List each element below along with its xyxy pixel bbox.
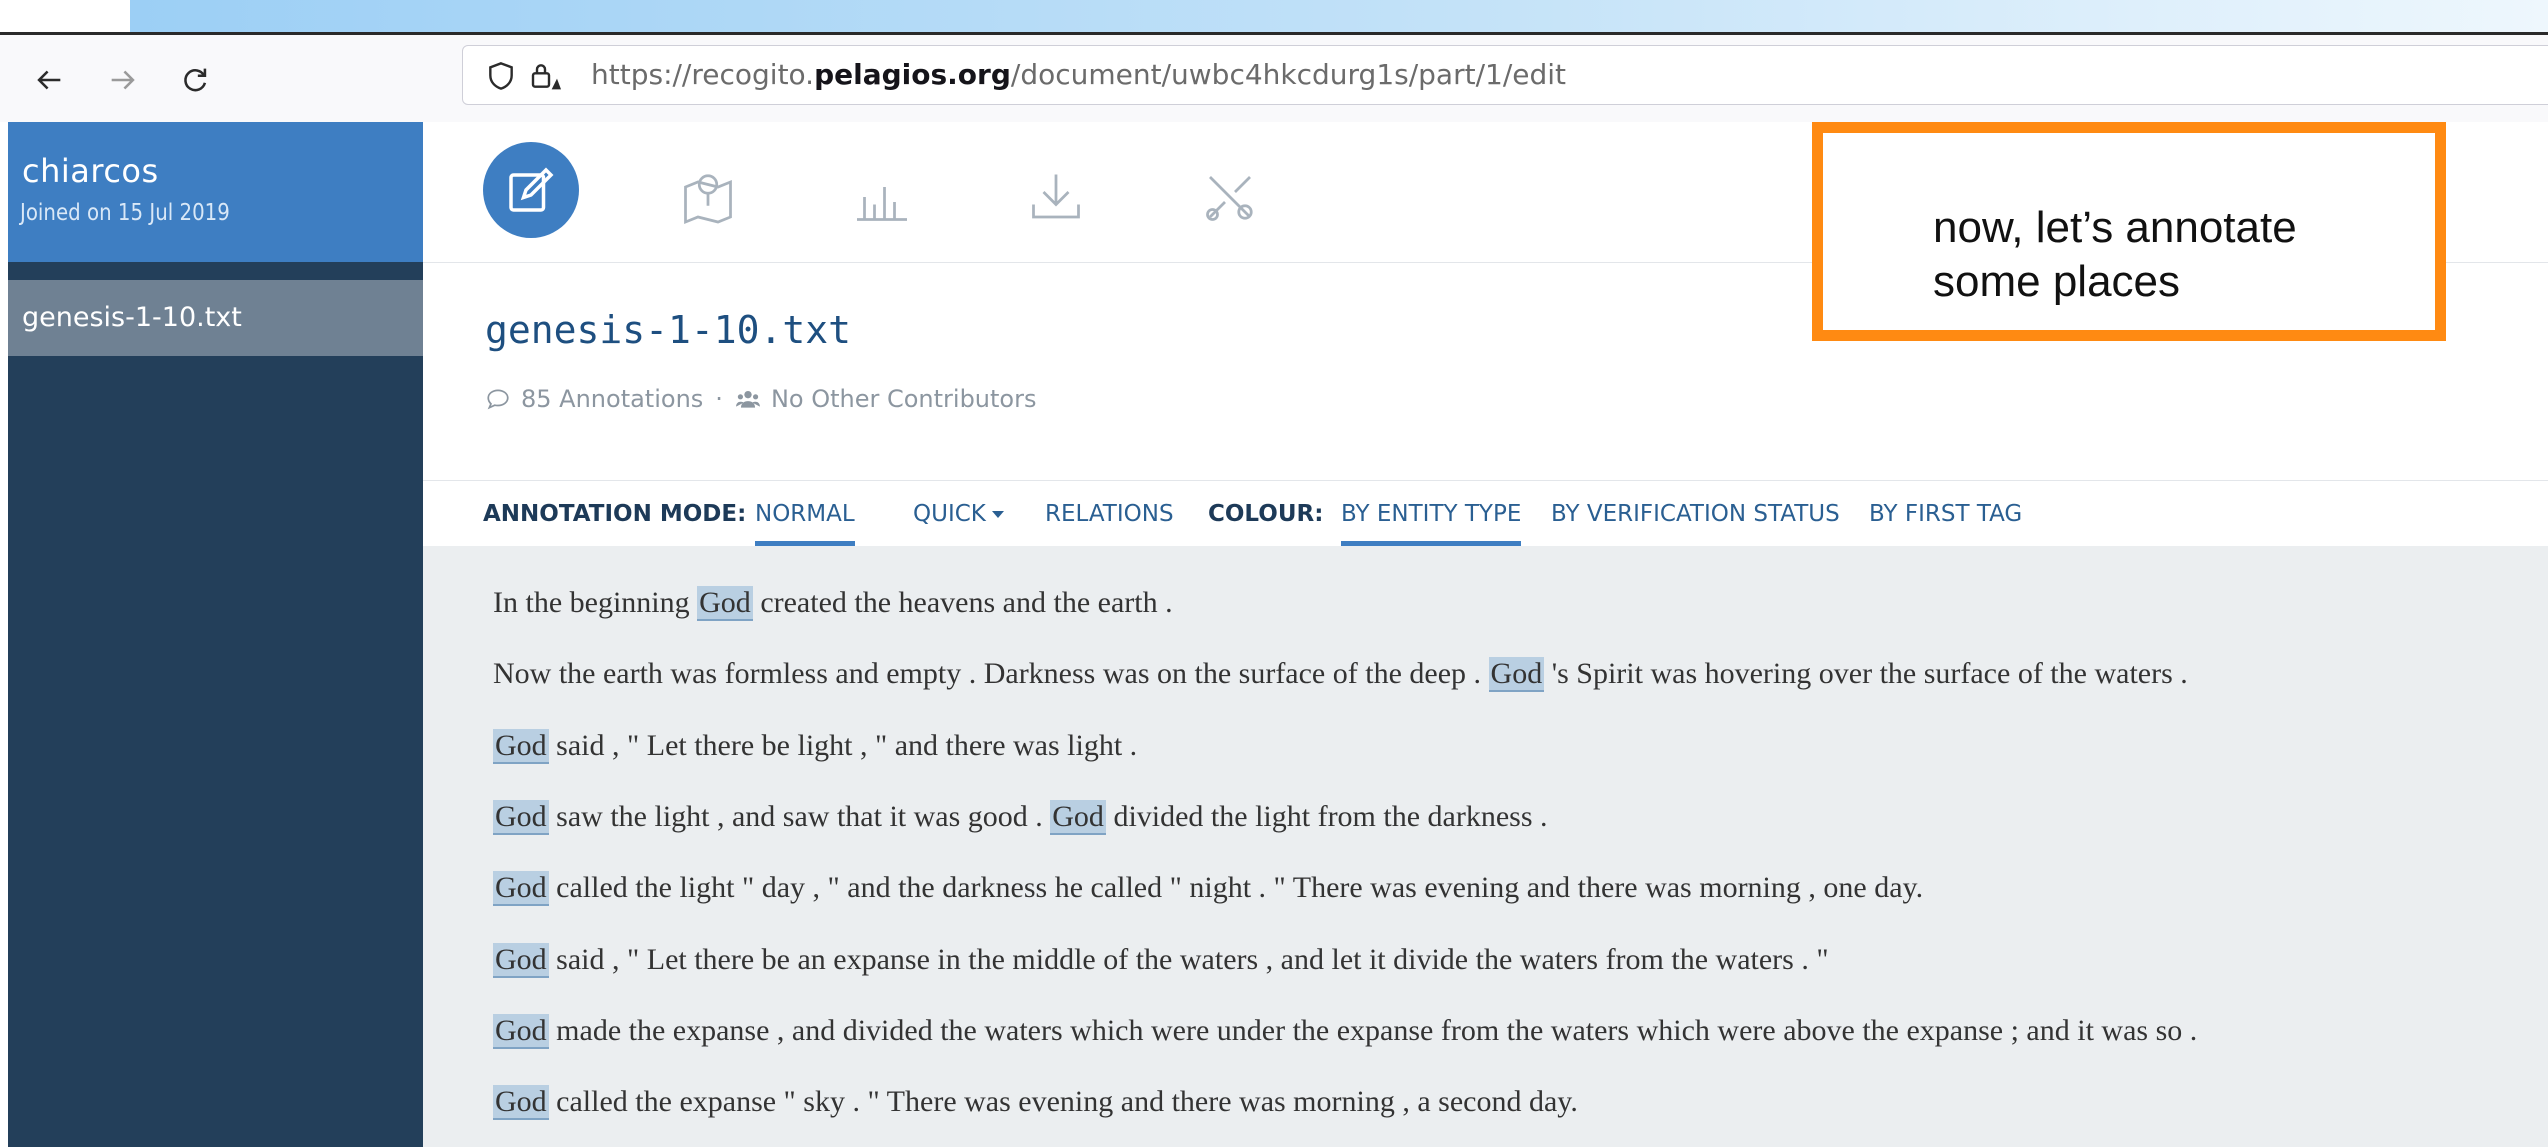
stats-tool-button[interactable] — [847, 162, 917, 232]
text-line[interactable]: Now the earth was formless and empty . D… — [493, 652, 2188, 696]
annotation-mode-label: ANNOTATION MODE: — [483, 501, 747, 527]
arrow-left-icon — [37, 70, 61, 90]
forward-button[interactable] — [100, 57, 146, 103]
text-segment: made the expanse , and divided the water… — [548, 1013, 2198, 1047]
text-segment: said , " Let there be light , " and ther… — [548, 728, 1138, 762]
stats-icon — [857, 187, 907, 221]
settings-tool-button[interactable] — [1195, 162, 1265, 232]
top-strip — [0, 0, 2548, 35]
url-domain: pelagios.org — [814, 58, 1011, 91]
sidebar-document-label: genesis-1-10.txt — [22, 302, 242, 333]
text-line[interactable]: God called the expanse " sky . " There w… — [493, 1080, 1578, 1124]
shield-icon[interactable] — [485, 60, 517, 92]
text-line[interactable]: God saw the light , and saw that it was … — [493, 795, 1548, 839]
caret-down-icon — [991, 511, 1004, 518]
url-path: /document/uwbc4hkcdurg1s/part/1/edit — [1010, 58, 1567, 91]
annotation-highlight[interactable]: God — [493, 1085, 549, 1121]
colour-by-first-tag[interactable]: BY FIRST TAG — [1869, 481, 2022, 547]
sidebar: chiarcos Joined on 15 Jul 2019 genesis-1… — [0, 122, 423, 1147]
annotation-highlight[interactable]: God — [493, 1013, 549, 1049]
back-button[interactable] — [26, 57, 72, 103]
settings-tools-icon — [1206, 176, 1253, 221]
text-segment: created the heavens and the earth . — [752, 586, 1173, 619]
colour-label: COLOUR: — [1208, 501, 1324, 527]
annotation-highlight[interactable]: God — [493, 871, 549, 907]
mode-quick[interactable]: QUICK — [913, 481, 1004, 547]
text-line[interactable]: God said , " Let there be light , " and … — [493, 724, 1137, 768]
mode-normal[interactable]: NORMAL — [755, 481, 855, 547]
instruction-callout: now, let’s annotate some places — [1812, 122, 2446, 341]
map-tool-button[interactable] — [673, 162, 743, 232]
browser-toolbar: https://recogito.pelagios.org/document/u… — [0, 35, 2548, 123]
text-segment: called the expanse " sky . " There was e… — [548, 1085, 1578, 1119]
users-icon — [736, 390, 760, 408]
annotation-count: 85 Annotations — [521, 385, 704, 413]
annotation-mode-bar: ANNOTATION MODE: NORMAL QUICK RELATIONS … — [423, 480, 2548, 548]
arrow-right-icon — [111, 70, 135, 90]
reload-button[interactable] — [172, 57, 218, 103]
text-line[interactable]: God called the light " day , " and the d… — [493, 866, 1923, 910]
sidebar-document-item[interactable]: genesis-1-10.txt — [8, 280, 423, 356]
text-segment: divided the light from the darkness . — [1105, 799, 1548, 833]
meta-separator: · — [715, 385, 723, 413]
callout-text: now, let’s annotate some places — [1933, 203, 2297, 306]
contributors-text: No Other Contributors — [770, 385, 1037, 413]
url-bar[interactable]: https://recogito.pelagios.org/document/u… — [462, 45, 2548, 105]
download-icon — [1032, 174, 1080, 219]
annotation-text-area[interactable]: In the beginning God created the heavens… — [423, 546, 2548, 1147]
annotation-highlight[interactable]: God — [1050, 799, 1106, 835]
reload-icon — [184, 68, 207, 92]
mode-relations[interactable]: RELATIONS — [1045, 481, 1174, 547]
joined-date: Joined on 15 Jul 2019 — [20, 200, 230, 226]
text-segment: Now the earth was formless and empty . D… — [493, 657, 1489, 691]
annotation-highlight[interactable]: God — [493, 942, 549, 978]
text-segment: called the light " day , " and the darkn… — [548, 871, 1924, 905]
annotation-highlight[interactable]: God — [1488, 657, 1545, 693]
url-prefix: https://recogito. — [591, 58, 815, 91]
text-segment: said , " Let there be an expanse in the … — [548, 942, 1829, 976]
edit-tool-button[interactable] — [483, 142, 579, 238]
annotation-highlight[interactable]: God — [493, 799, 549, 835]
colour-by-verification-status[interactable]: BY VERIFICATION STATUS — [1551, 481, 1840, 547]
url-text[interactable]: https://recogito.pelagios.org/document/u… — [591, 46, 1566, 104]
text-line[interactable]: God said , " Let there be an expanse in … — [493, 938, 1829, 982]
text-segment: saw the light , and saw that it was good… — [548, 799, 1051, 833]
text-line[interactable]: God made the expanse , and divided the w… — [493, 1009, 2197, 1053]
download-tool-button[interactable] — [1021, 162, 1091, 232]
edit-icon — [509, 167, 554, 212]
annotation-highlight[interactable]: God — [697, 586, 753, 621]
document-meta: 85 Annotations · No Other Contributors — [485, 384, 1036, 414]
sidebar-left-strip — [0, 122, 8, 1147]
annotation-highlight[interactable]: God — [493, 728, 549, 764]
top-gradient — [130, 0, 2548, 32]
colour-by-entity-type[interactable]: BY ENTITY TYPE — [1341, 481, 1522, 547]
text-segment: 's Spirit was hovering over the surface … — [1544, 657, 2188, 691]
document-title: genesis-1-10.txt — [485, 308, 852, 352]
user-profile[interactable]: chiarcos Joined on 15 Jul 2019 — [8, 122, 423, 262]
mode-quick-label: QUICK — [913, 501, 986, 527]
user-name[interactable]: chiarcos — [22, 152, 159, 190]
lock-warning-icon[interactable] — [529, 60, 561, 92]
text-segment: In the beginning — [493, 586, 698, 619]
comment-icon — [487, 389, 509, 410]
text-line[interactable]: In the beginning God created the heavens… — [493, 581, 1173, 625]
map-icon — [684, 174, 732, 225]
